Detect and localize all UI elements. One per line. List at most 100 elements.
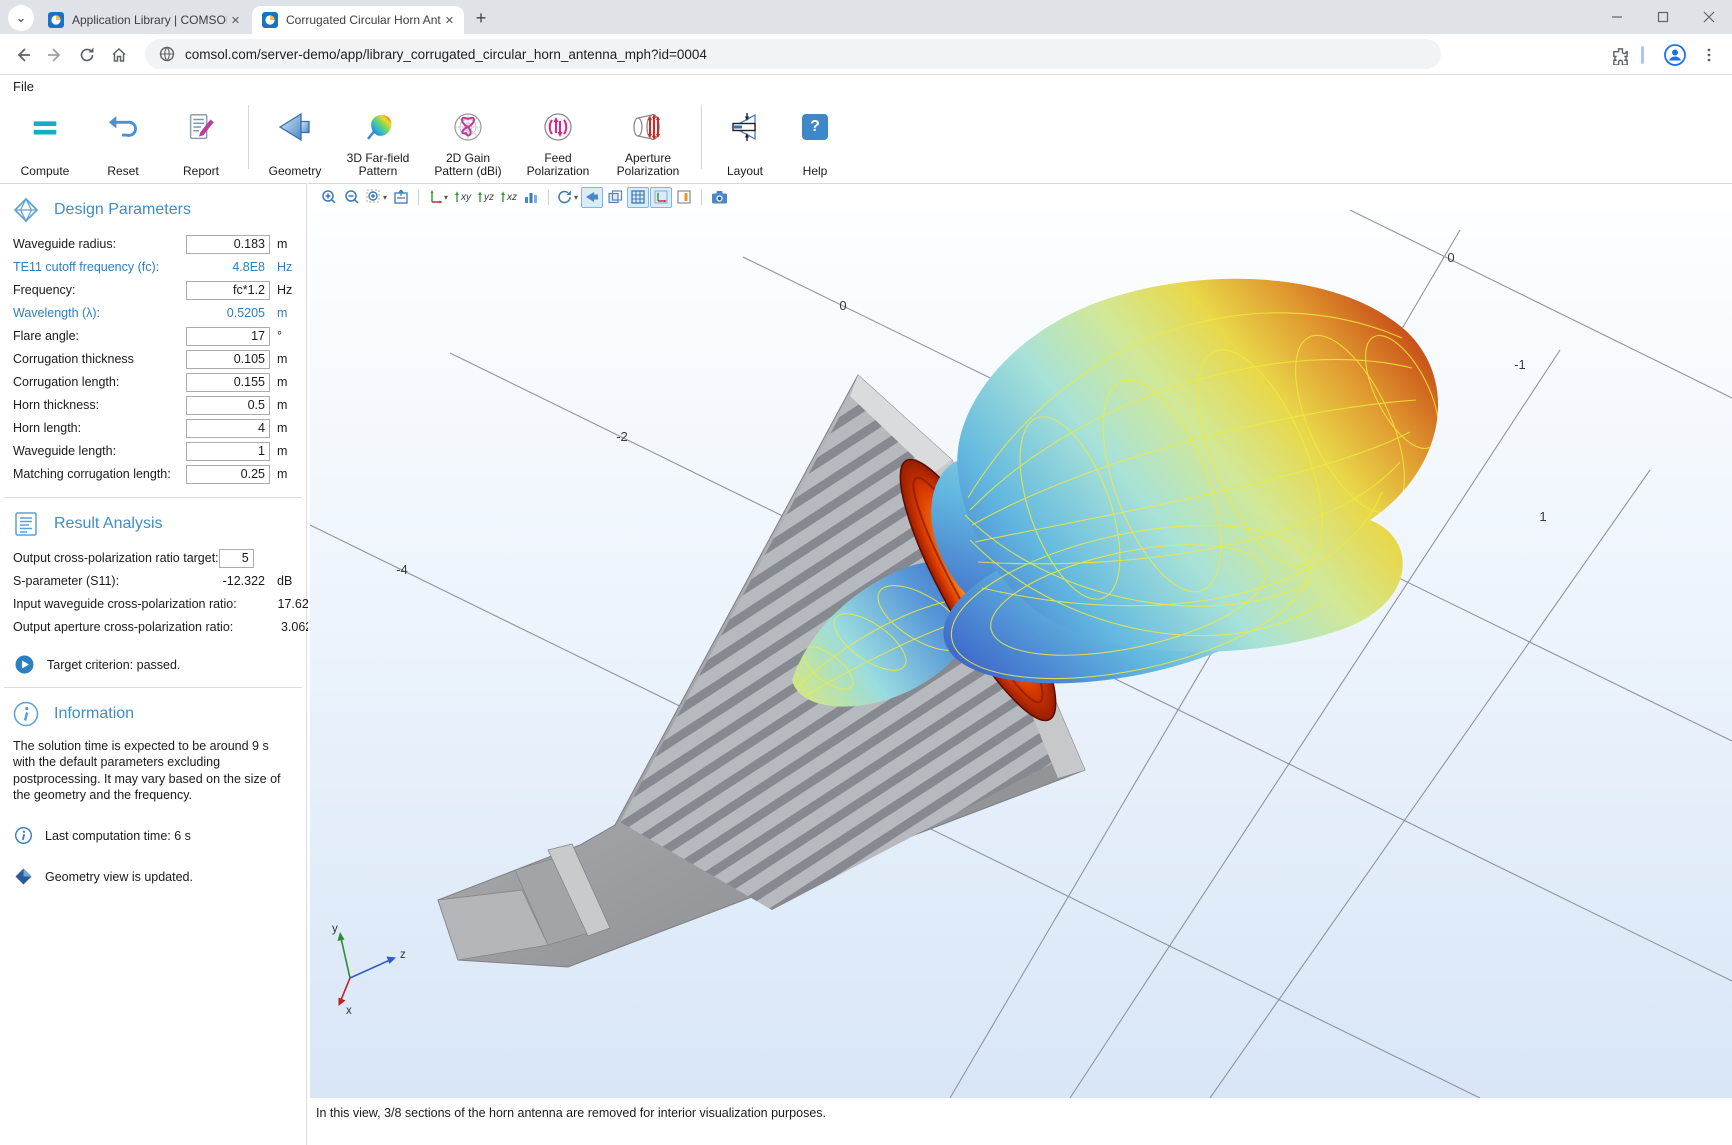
param-unit: m (277, 352, 299, 366)
app-menubar: File (0, 75, 1732, 99)
frequency-input[interactable] (186, 281, 270, 300)
corrugation-thickness-input[interactable] (186, 350, 270, 369)
zoom-extents-button[interactable] (390, 187, 412, 208)
section-divider (4, 687, 302, 688)
layout-button[interactable]: Layout (710, 99, 780, 182)
information-paragraph: The solution time is expected to be arou… (13, 738, 294, 803)
gain-2d-button[interactable]: 2D Gain Pattern (dBi) (423, 99, 513, 182)
transparency-icon (607, 189, 623, 205)
param-unit: m (277, 237, 299, 251)
ribbon-separator (701, 105, 702, 169)
new-tab-button[interactable]: + (468, 5, 494, 31)
horn-thickness-input[interactable] (186, 396, 270, 415)
browser-toolbar: comsol.com/server-demo/app/library_corru… (0, 34, 1732, 75)
param-unit: m (277, 306, 299, 320)
information-icon (13, 701, 39, 727)
param-label: Matching corrugation length: (13, 467, 186, 481)
triad-y-label: y (332, 923, 338, 935)
compute-button[interactable]: Compute (6, 99, 84, 182)
result-row: Output cross-polarization ratio target: … (13, 548, 299, 568)
tab-search-button[interactable]: ⌄ (8, 5, 34, 31)
help-button[interactable]: ? Help (780, 99, 850, 182)
window-minimize-button[interactable] (1594, 0, 1640, 34)
tab-close-icon[interactable]: ✕ (227, 12, 244, 29)
horn-length-input[interactable] (186, 419, 270, 438)
zoom-in-button[interactable] (318, 187, 340, 208)
show-axes-toggle[interactable] (650, 187, 672, 208)
browser-menu-button[interactable] (1696, 42, 1722, 68)
zoom-extents-icon (393, 189, 409, 205)
last-computation-text: Last computation time: 6 s (45, 829, 191, 843)
site-info-icon (159, 46, 175, 62)
view-yz-button[interactable]: yz (474, 187, 496, 208)
farfield-3d-button[interactable]: 3D Far-field Pattern (333, 99, 423, 182)
axis-orientation-icon (653, 189, 669, 205)
profile-button[interactable] (1662, 42, 1688, 68)
param-value: 0.5205 (186, 306, 270, 320)
go-to-default-view-button[interactable]: ▾ (425, 187, 450, 208)
report-button[interactable]: Report (162, 99, 240, 182)
gain-2d-icon (450, 103, 486, 151)
scene-light-button[interactable] (520, 187, 542, 208)
result-row: Output aperture cross-polarization ratio… (13, 617, 299, 637)
forward-icon (46, 46, 64, 64)
view-xz-button[interactable]: xz (497, 187, 519, 208)
side-panel-indicator[interactable] (1641, 46, 1644, 64)
toolbar-separator (548, 189, 549, 205)
flare-angle-input[interactable] (186, 327, 270, 346)
param-row: Flare angle: ° (13, 326, 299, 346)
farfield-3d-label: 3D Far-field Pattern (347, 151, 410, 178)
param-value: 4.8E8 (186, 260, 270, 274)
file-menu[interactable]: File (13, 79, 34, 94)
param-unit: m (277, 421, 299, 435)
param-label: Frequency: (13, 283, 186, 297)
design-parameters-icon (13, 197, 39, 223)
param-label: Wavelength (λ): (13, 306, 186, 320)
tab-close-icon[interactable]: ✕ (441, 12, 458, 29)
reset-button[interactable]: Reset (84, 99, 162, 182)
param-row: Corrugation length: m (13, 372, 299, 392)
param-row: Horn length: m (13, 418, 299, 438)
view-xy-label: xy (461, 192, 471, 203)
zoom-out-button[interactable] (341, 187, 363, 208)
url-bar[interactable]: comsol.com/server-demo/app/library_corru… (145, 39, 1441, 69)
home-button[interactable] (106, 42, 132, 68)
play-circle-icon (15, 655, 34, 674)
triad-z-label: z (400, 949, 406, 961)
back-button[interactable] (10, 42, 36, 68)
transparency-toggle[interactable] (604, 187, 626, 208)
zoom-box-button[interactable]: ▾ (364, 187, 389, 208)
window-controls (1594, 0, 1732, 34)
geometry-button[interactable]: Geometry (257, 99, 333, 182)
waveguide-length-input[interactable] (186, 442, 270, 461)
view-xy-button[interactable]: xy (451, 187, 473, 208)
rotate-view-button[interactable]: ▾ (555, 187, 580, 208)
tab-application-library[interactable]: Application Library | COMSOL S ✕ (38, 6, 250, 34)
tab-corrugated-horn[interactable]: Corrugated Circular Horn Anten ✕ (252, 6, 464, 34)
report-label: Report (183, 151, 219, 178)
cross-polarization-target-input[interactable] (219, 549, 254, 568)
param-label: Waveguide radius: (13, 237, 186, 251)
forward-button[interactable] (42, 42, 68, 68)
contrast-toggle[interactable] (673, 187, 695, 208)
window-close-button[interactable] (1686, 0, 1732, 34)
param-label: Waveguide length: (13, 444, 186, 458)
layout-icon (725, 103, 765, 151)
param-row: TE11 cutoff frequency (fc): 4.8E8 Hz (13, 257, 299, 277)
aperture-polarization-button[interactable]: Aperture Polarization (603, 99, 693, 182)
window-maximize-button[interactable] (1640, 0, 1686, 34)
show-grid-toggle[interactable] (627, 187, 649, 208)
param-row: Frequency: Hz (13, 280, 299, 300)
matching-corrugation-length-input[interactable] (186, 465, 270, 484)
axis-tick-label: -4 (396, 562, 408, 577)
param-label: Horn length: (13, 421, 186, 435)
snapshot-button[interactable] (708, 187, 730, 208)
extensions-button[interactable] (1607, 42, 1633, 68)
waveguide-radius-input[interactable] (186, 235, 270, 254)
corrugation-length-input[interactable] (186, 373, 270, 392)
feed-polarization-button[interactable]: Feed Polarization (513, 99, 603, 182)
reload-button[interactable] (74, 42, 100, 68)
model-3d-canvas[interactable]: 0 -2 -4 0 -1 1 y z x (310, 210, 1732, 1098)
show-geometry-toggle[interactable] (581, 187, 603, 208)
information-title: Information (54, 705, 134, 723)
